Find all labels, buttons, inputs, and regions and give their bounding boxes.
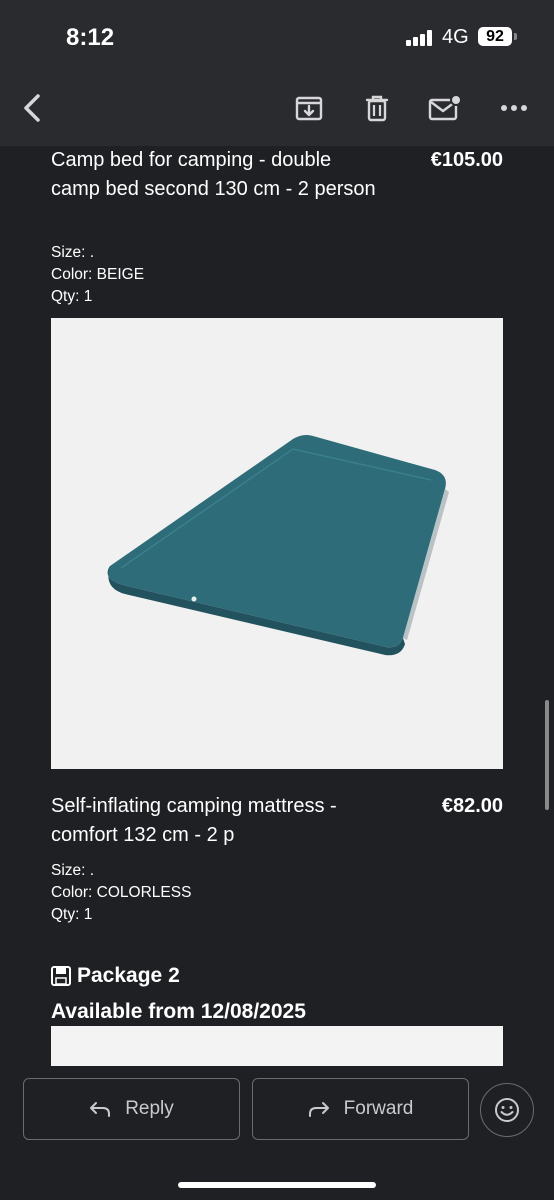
product-image[interactable] xyxy=(51,318,503,769)
order-item: Camp bed for camping - double camp bed s… xyxy=(51,146,503,306)
cellular-signal-icon xyxy=(406,30,436,46)
item-qty: Qty: 1 xyxy=(51,288,93,305)
network-type: 4G xyxy=(442,26,469,48)
reply-icon xyxy=(90,1102,111,1117)
smiley-icon xyxy=(495,1098,519,1122)
item-color: Color: BEIGE xyxy=(51,266,145,283)
forward-icon xyxy=(308,1102,329,1117)
archive-icon[interactable] xyxy=(289,88,329,128)
item-size: Size: . xyxy=(51,244,95,261)
package-title: Package 2 xyxy=(51,964,180,988)
emoji-reaction-button[interactable] xyxy=(480,1083,534,1137)
item-price: €82.00 xyxy=(441,795,503,817)
package-image xyxy=(51,1026,503,1066)
item-title: Self-inflating camping mattress - comfor… xyxy=(51,795,337,846)
status-bar: 8:12 4G 92 xyxy=(0,0,554,70)
order-item: Self-inflating camping mattress - comfor… xyxy=(51,792,503,923)
forward-button[interactable]: Forward xyxy=(252,1078,469,1140)
floppy-disk-icon xyxy=(51,966,71,986)
item-price: €105.00 xyxy=(430,149,503,171)
item-color: Color: COLORLESS xyxy=(51,884,192,901)
item-qty: Qty: 1 xyxy=(51,906,93,923)
mark-unread-icon[interactable] xyxy=(425,88,465,128)
bottom-action-bar: Reply Forward xyxy=(0,1066,554,1200)
battery-tip xyxy=(514,33,517,40)
package-title-text: Package 2 xyxy=(77,964,180,987)
forward-label: Forward xyxy=(343,1098,414,1119)
item-size: Size: . xyxy=(51,862,95,879)
package-availability: Available from 12/08/2025 xyxy=(51,1000,306,1023)
reply-button[interactable]: Reply xyxy=(23,1078,240,1140)
more-icon[interactable] xyxy=(494,88,534,128)
reply-label: Reply xyxy=(125,1098,174,1119)
email-toolbar xyxy=(0,70,554,146)
item-title: Camp bed for camping - double camp bed s… xyxy=(51,149,376,200)
delete-icon[interactable] xyxy=(357,88,397,128)
battery-icon: 92 xyxy=(478,27,512,46)
scrollbar[interactable] xyxy=(545,700,549,810)
back-icon[interactable] xyxy=(12,88,52,128)
status-time: 8:12 xyxy=(66,24,115,51)
email-body: Camp bed for camping - double camp bed s… xyxy=(0,146,554,1074)
home-indicator xyxy=(178,1182,376,1188)
